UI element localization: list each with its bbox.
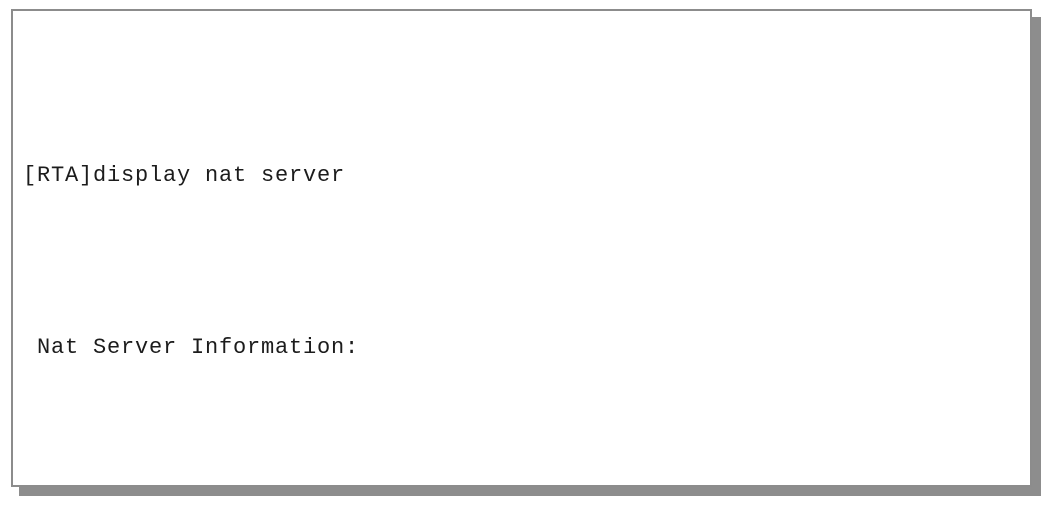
screenshot-root: [RTA]display nat server Nat Server Infor… xyxy=(0,0,1048,520)
terminal-output: [RTA]display nat server Nat Server Infor… xyxy=(13,11,1030,485)
terminal-line-command: [RTA]display nat server xyxy=(23,163,346,188)
terminal-line-heading: Nat Server Information: xyxy=(23,335,360,360)
console-window: [RTA]display nat server Nat Server Infor… xyxy=(11,9,1032,487)
